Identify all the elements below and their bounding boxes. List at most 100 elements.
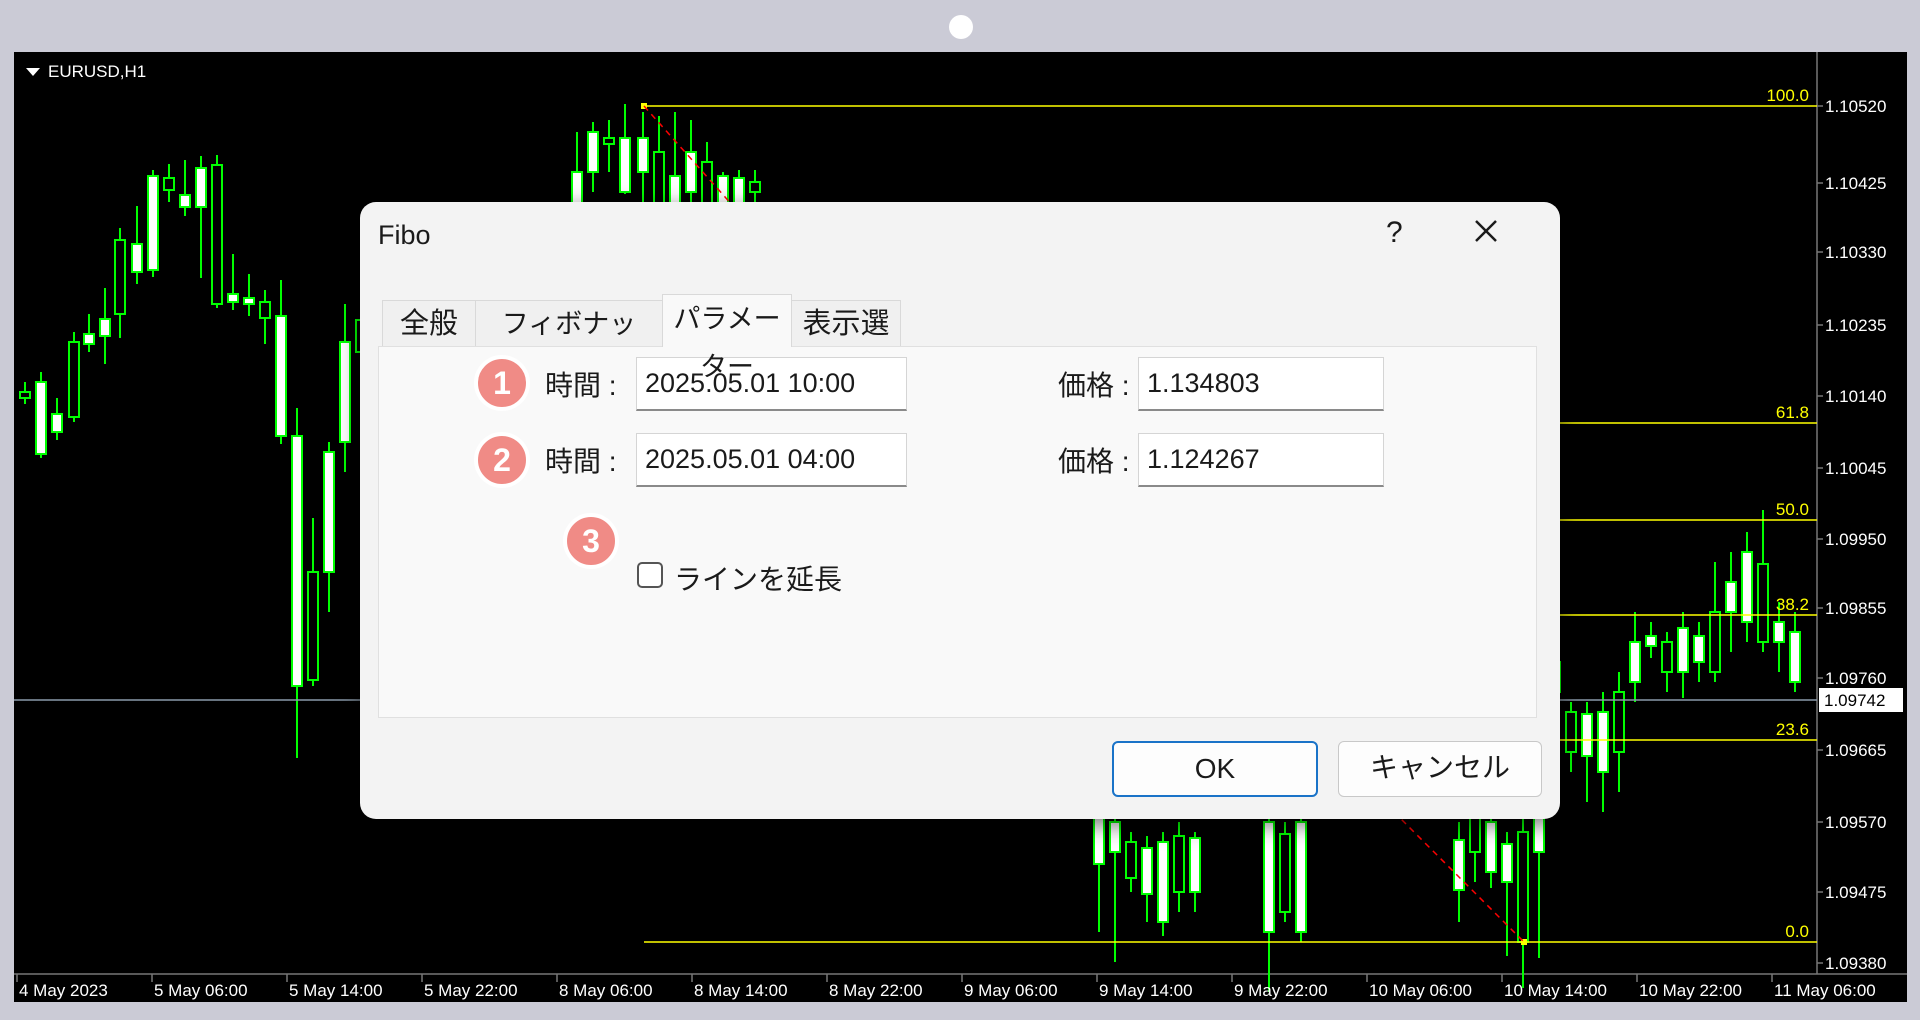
time-label-13: 11 May 06:00 (1774, 981, 1876, 1000)
candle-body-51 (1565, 711, 1577, 753)
time-label-3: 5 May 22:00 (424, 981, 518, 1000)
price-label-5: 1.10045 (1825, 459, 1886, 478)
time-label-11: 10 May 14:00 (1504, 981, 1607, 1000)
candle-body-1 (35, 381, 47, 455)
price-label-6: 1.09950 (1825, 530, 1886, 549)
candle-body-26 (637, 137, 649, 173)
frame-bottom (0, 1002, 1920, 1020)
time-label-0: 4 May 2023 (19, 981, 108, 1000)
fibo-level-label-0: 100.0 (1766, 86, 1809, 105)
candle-body-10 (179, 194, 191, 208)
candle-body-37 (1141, 847, 1153, 895)
fibo-level-label-3: 38.2 (1776, 595, 1809, 614)
candle-body-64 (1773, 621, 1785, 643)
price-label-12: 1.09380 (1825, 954, 1886, 973)
candle-body-58 (1677, 627, 1689, 673)
candle-body-11 (195, 167, 207, 208)
price-label-8: 1.09760 (1825, 669, 1886, 688)
candle-body-54 (1613, 691, 1625, 753)
candle-body-40 (1189, 837, 1201, 893)
candle-body-65 (1789, 631, 1801, 683)
time-label-8: 9 May 14:00 (1099, 981, 1193, 1000)
candle-body-19 (323, 451, 335, 573)
candle-body-24 (603, 137, 615, 145)
candle-body-16 (275, 315, 287, 437)
candle-body-0 (19, 391, 31, 399)
time-label-6: 8 May 22:00 (829, 981, 923, 1000)
candle-body-6 (114, 239, 126, 315)
time-label-5: 8 May 14:00 (694, 981, 788, 1000)
time-label-1: 時間 : (545, 370, 617, 401)
time-label-7: 9 May 06:00 (964, 981, 1058, 1000)
tab-visualization[interactable]: 表示選択 (791, 300, 901, 386)
tab-general[interactable]: 全般 (382, 300, 476, 346)
candle-body-41 (1263, 821, 1275, 933)
extend-line-label[interactable]: ラインを延長 (674, 558, 842, 598)
price-label-3: 1.10235 (1825, 316, 1886, 335)
current-price-label: 1.09742 (1824, 691, 1885, 710)
time-label-2: 5 May 14:00 (289, 981, 383, 1000)
candle-body-52 (1581, 713, 1593, 757)
close-icon (1475, 220, 1497, 242)
candle-body-17 (291, 435, 303, 687)
candle-body-59 (1693, 635, 1705, 663)
price-label-7: 1.09855 (1825, 599, 1886, 618)
time-label-4: 8 May 06:00 (559, 981, 653, 1000)
price-field-1[interactable]: 1.134803 (1138, 357, 1384, 411)
candle-body-5 (99, 318, 111, 337)
cancel-button[interactable]: キャンセル (1338, 741, 1542, 797)
time-label-1: 5 May 06:00 (154, 981, 248, 1000)
candle-body-46 (1485, 821, 1497, 873)
price-label-2: 価格 : (1058, 446, 1130, 477)
candle-body-7 (131, 243, 143, 273)
time-label-10: 10 May 06:00 (1369, 981, 1472, 1000)
symbol-label[interactable]: EURUSD,H1 (26, 62, 146, 82)
time-label-12: 10 May 22:00 (1639, 981, 1742, 1000)
step-badge-1: 1 (474, 355, 530, 411)
price-label-0: 1.10520 (1825, 97, 1886, 116)
price-label-10: 1.09570 (1825, 813, 1886, 832)
candle-body-35 (1109, 821, 1121, 853)
tab-fibo-levels[interactable]: フィボナッチ・レベル (475, 300, 663, 385)
candle-body-36 (1125, 841, 1137, 879)
candle-body-4 (83, 333, 95, 345)
candle-body-8 (147, 175, 159, 271)
candle-body-13 (227, 293, 239, 303)
candle-body-57 (1661, 641, 1673, 673)
candle-body-34 (1093, 813, 1105, 865)
time-field-1[interactable]: 2025.05.01 10:00 (636, 357, 907, 411)
tab-parameters[interactable]: パラメーター (662, 294, 792, 382)
candle-body-63 (1757, 563, 1769, 643)
candle-body-25 (619, 137, 631, 193)
candle-body-15 (259, 301, 271, 319)
ok-button[interactable]: OK (1112, 741, 1318, 797)
symbol-text: EURUSD,H1 (48, 62, 147, 81)
time-label-9: 9 May 22:00 (1234, 981, 1328, 1000)
candle-body-38 (1157, 841, 1169, 923)
candle-body-42 (1279, 833, 1291, 913)
extend-line-checkbox[interactable] (637, 562, 663, 588)
fibo-dialog: Fibo ? 全般 フィボナッチ・レベル パラメーター 表示選択 1 時間 : … (360, 202, 1560, 819)
price-label-2: 1.10330 (1825, 243, 1886, 262)
fibo-level-label-1: 61.8 (1776, 403, 1809, 422)
candle-body-14 (243, 297, 255, 305)
fibo-level-label-2: 50.0 (1776, 500, 1809, 519)
candle-body-60 (1709, 611, 1721, 673)
candle-body-39 (1173, 835, 1185, 893)
close-button[interactable] (1464, 212, 1508, 252)
candle-body-18 (307, 571, 319, 681)
candle-body-12 (211, 164, 223, 305)
candle-body-2 (51, 413, 63, 433)
price-label-1: 1.10425 (1825, 174, 1886, 193)
candle-body-9 (163, 177, 175, 191)
candle-body-61 (1725, 581, 1737, 613)
price-label-11: 1.09475 (1825, 883, 1886, 902)
step-badge-3: 3 (563, 513, 619, 569)
candle-body-23 (587, 131, 599, 173)
candle-body-20 (339, 341, 351, 443)
candle-body-43 (1295, 821, 1307, 933)
price-field-2[interactable]: 1.124267 (1138, 433, 1384, 487)
fibo-level-label-4: 23.6 (1776, 720, 1809, 739)
help-button[interactable]: ? (1386, 216, 1403, 250)
time-field-2[interactable]: 2025.05.01 04:00 (636, 433, 907, 487)
